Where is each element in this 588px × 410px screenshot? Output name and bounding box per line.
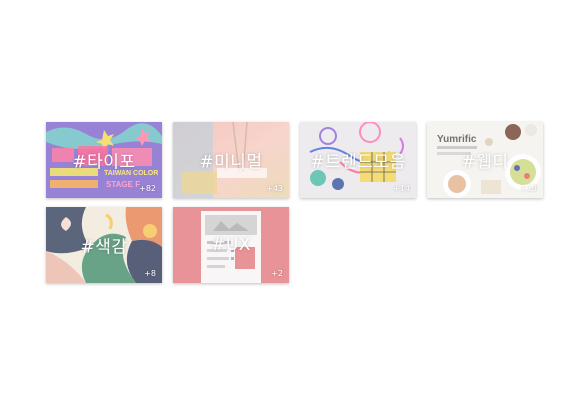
- item-count: +13: [520, 184, 537, 193]
- category-card-color[interactable]: #색감 +8: [46, 207, 162, 283]
- category-grid: TAIWAN COLOR STAGE F #타이포 +82 #미니멀 +43 #…: [0, 0, 588, 410]
- category-tag: #웹디: [461, 152, 509, 173]
- category-card-webdesign[interactable]: Yumrific #웹디 +13: [427, 122, 543, 198]
- item-count: +14: [393, 184, 410, 193]
- category-tag: #트렌드모음: [310, 152, 406, 173]
- category-card-minimal[interactable]: #미니멀 +43: [173, 122, 289, 198]
- item-count: +8: [144, 269, 156, 278]
- category-card-trend[interactable]: #트렌드모음 +14: [300, 122, 416, 198]
- category-tag: #UX: [211, 235, 251, 255]
- item-count: +82: [139, 184, 156, 193]
- category-tag: #타이포: [72, 152, 136, 173]
- item-count: +2: [271, 269, 283, 278]
- category-card-typo[interactable]: TAIWAN COLOR STAGE F #타이포 +82: [46, 122, 162, 198]
- category-card-ux[interactable]: #UX +2: [173, 207, 289, 283]
- category-tag: #색감: [80, 237, 128, 258]
- item-count: +43: [266, 184, 283, 193]
- category-tag: #미니멀: [199, 152, 263, 173]
